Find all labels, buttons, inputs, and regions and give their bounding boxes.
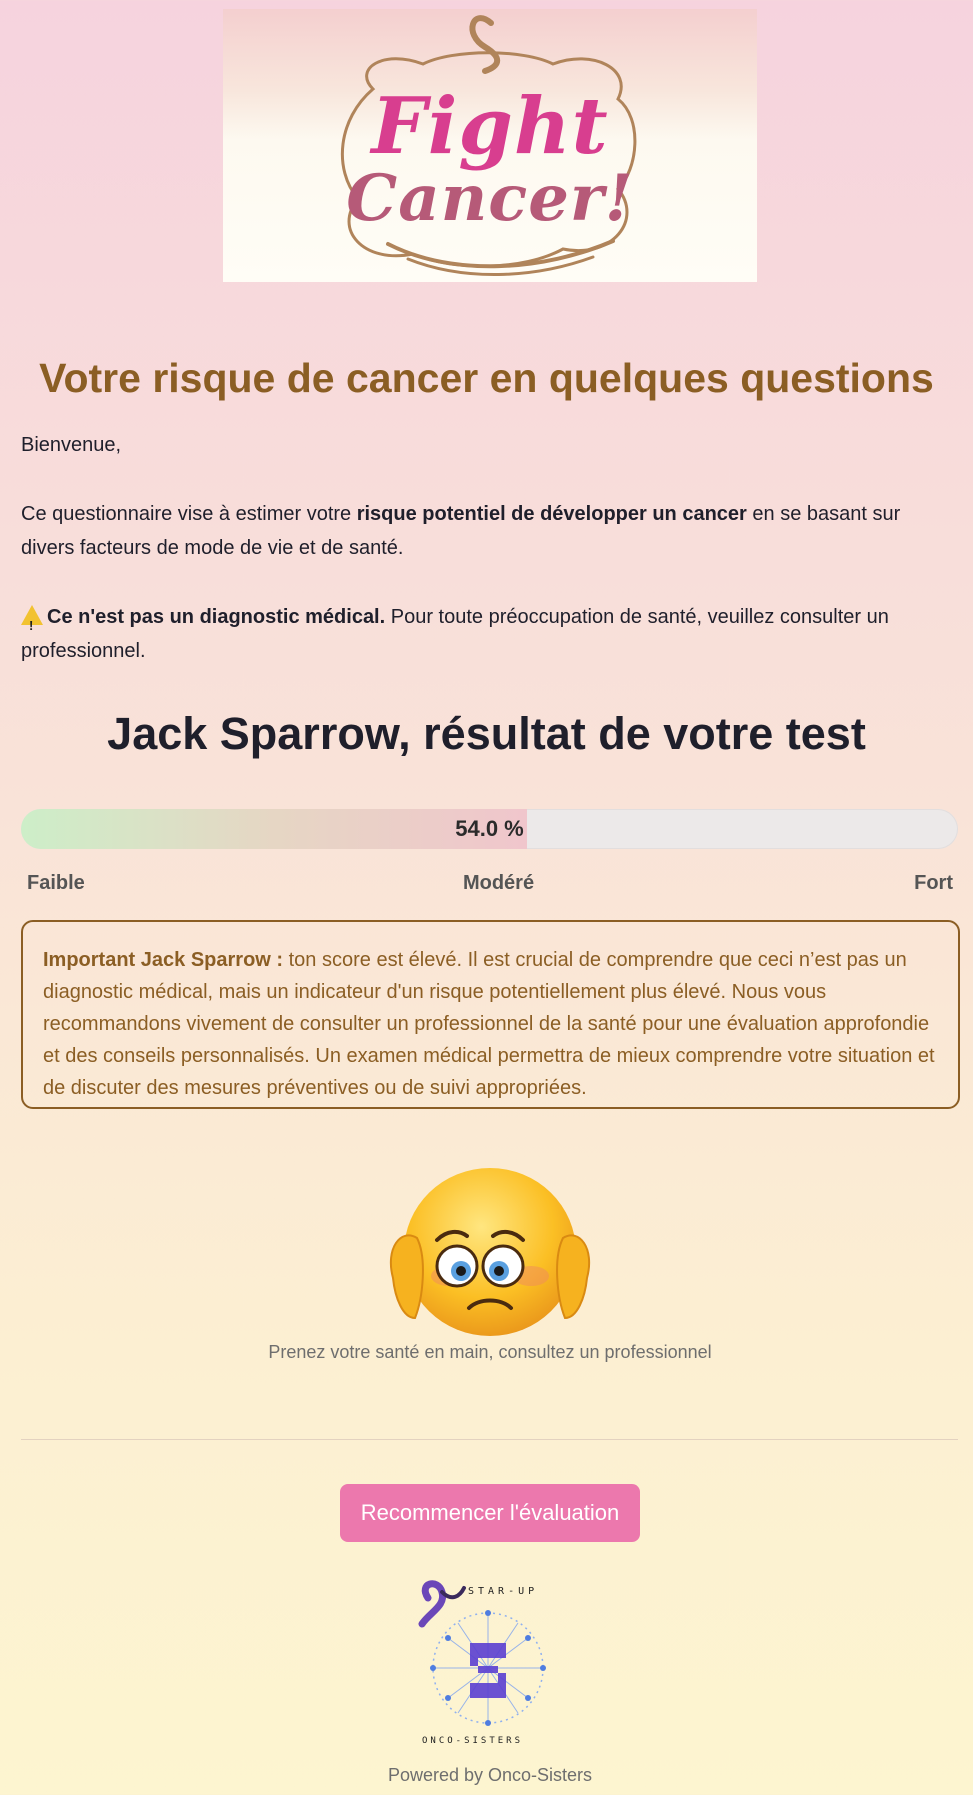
disclaimer-text: Ce n'est pas un diagnostic médical. Pour… (21, 600, 951, 668)
intro-text-start: Ce questionnaire vise à estimer votre (21, 503, 357, 525)
powered-by-footer: Powered by Onco-Sisters (387, 1765, 593, 1785)
emoji-caption: Prenez votre santé en main, consultez un… (268, 1342, 712, 1362)
banner-line-2: Cancer! (346, 161, 634, 236)
alert-bold: Important Jack Sparrow : (43, 949, 284, 971)
welcome-text: Bienvenue, (21, 434, 122, 456)
scale-label-high: Fort (914, 872, 953, 894)
logo-text-top: STAR-UP (468, 1586, 538, 1597)
fight-cancer-banner: Fight Cancer! (223, 9, 757, 282)
onco-sisters-logo: STAR-UP ONCO-SISTERS (418, 1580, 546, 1746)
alert-text: ton score est élevé. Il est crucial de c… (43, 949, 935, 1099)
result-title: Jack Sparrow, résultat de votre test (107, 708, 866, 759)
logo-text-bottom: ONCO-SISTERS (422, 1736, 523, 1746)
scale-label-mid: Modéré (462, 872, 535, 894)
risk-score-label: 54.0 % (455, 816, 524, 841)
worried-face-icon (389, 1168, 591, 1336)
disclaimer-bold: Ce n'est pas un diagnostic médical. (47, 606, 386, 628)
restart-evaluation-button[interactable]: Recommencer l'évaluation (340, 1484, 640, 1542)
risk-progress-bar: 54.0 % (21, 809, 958, 849)
page: Fight Cancer! Votre risque de cancer en … (0, 0, 973, 1795)
intro-text: Ce questionnaire vise à estimer votre ri… (21, 497, 951, 565)
intro-text-bold: risque potentiel de développer un cancer (356, 503, 747, 525)
awareness-ribbon-icon (469, 15, 500, 74)
high-risk-alert: Important Jack Sparrow : ton score est é… (21, 920, 960, 1109)
section-divider (21, 1439, 958, 1440)
page-title: Votre risque de cancer en quelques quest… (39, 355, 934, 401)
banner-line-1: Fight (371, 81, 609, 172)
warning-icon (21, 605, 43, 643)
